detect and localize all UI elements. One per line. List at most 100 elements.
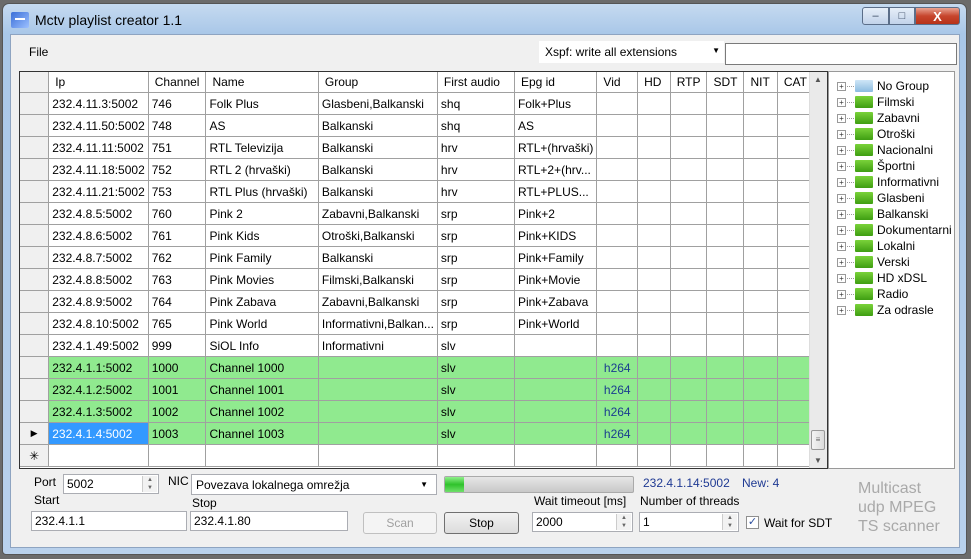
maximize-button[interactable]: □: [889, 7, 915, 25]
cell-name[interactable]: Channel 1000: [205, 356, 319, 379]
cell-empty[interactable]: [670, 356, 708, 379]
column-header-nit[interactable]: NIT: [743, 72, 778, 93]
cell-empty[interactable]: [743, 268, 778, 291]
tree-item[interactable]: + Balkanski: [837, 206, 928, 222]
row-header[interactable]: [20, 136, 50, 159]
threads-spin-buttons[interactable]: ▲ ▼: [722, 514, 737, 530]
cell-empty[interactable]: [48, 444, 149, 467]
expand-icon[interactable]: +: [837, 273, 846, 283]
cell-empty[interactable]: [637, 158, 671, 181]
column-header-vid[interactable]: Vid: [596, 72, 639, 93]
cell-channel[interactable]: 753: [148, 180, 207, 203]
cell-audio[interactable]: srp: [437, 246, 515, 269]
stop-address-input[interactable]: 232.4.1.80: [190, 511, 348, 531]
row-header[interactable]: ▶: [20, 422, 50, 445]
cell-audio[interactable]: hrv: [437, 180, 515, 203]
cell-empty[interactable]: [670, 92, 708, 115]
cell-vid[interactable]: h264: [596, 422, 639, 445]
cell-ip[interactable]: 232.4.1.49:5002: [48, 334, 149, 357]
column-header-name[interactable]: Name: [205, 72, 319, 93]
cell-epg[interactable]: RTL+PLUS...: [514, 180, 598, 203]
cell-vid[interactable]: h264: [596, 400, 639, 423]
cell-empty[interactable]: [670, 202, 708, 225]
cell-vid[interactable]: [596, 334, 639, 357]
cell-empty[interactable]: [637, 224, 671, 247]
cell-empty[interactable]: [670, 378, 708, 401]
cell-empty[interactable]: [706, 202, 745, 225]
cell-group[interactable]: Zabavni,Balkanski: [318, 290, 438, 313]
cell-group[interactable]: Glasbeni,Balkanski: [318, 92, 438, 115]
row-header[interactable]: [20, 312, 50, 335]
cell-ip[interactable]: 232.4.8.5:5002: [48, 202, 149, 225]
cell-channel[interactable]: 760: [148, 202, 207, 225]
close-button[interactable]: X: [915, 7, 960, 25]
row-header[interactable]: [20, 224, 50, 247]
cell-channel[interactable]: 761: [148, 224, 207, 247]
cell-vid[interactable]: [596, 180, 639, 203]
cell-audio[interactable]: srp: [437, 290, 515, 313]
cell-empty[interactable]: [637, 290, 671, 313]
cell-empty[interactable]: [670, 114, 708, 137]
cell-empty[interactable]: [670, 444, 708, 467]
cell-vid[interactable]: [596, 158, 639, 181]
cell-group[interactable]: Informativni,Balkan...: [318, 312, 438, 335]
port-spin-buttons[interactable]: ▲ ▼: [142, 476, 157, 492]
cell-channel[interactable]: 765: [148, 312, 207, 335]
cell-epg[interactable]: [514, 422, 598, 445]
column-header-first-audio[interactable]: First audio: [437, 72, 515, 93]
tree-item[interactable]: + Nacionalni: [837, 142, 933, 158]
cell-name[interactable]: Pink Family: [205, 246, 319, 269]
cell-empty[interactable]: [670, 290, 708, 313]
expand-icon[interactable]: +: [837, 113, 846, 123]
tree-item[interactable]: + No Group: [837, 78, 929, 94]
cell-empty[interactable]: [706, 444, 745, 467]
cell-empty[interactable]: [670, 180, 708, 203]
tree-item[interactable]: + Otroški: [837, 126, 915, 142]
cell-empty[interactable]: [743, 158, 778, 181]
expand-icon[interactable]: +: [837, 241, 846, 251]
search-input[interactable]: [725, 43, 957, 65]
cell-vid[interactable]: [596, 268, 639, 291]
expand-icon[interactable]: +: [837, 81, 846, 91]
nic-dropdown[interactable]: Povezava lokalnega omrežja ▼: [191, 474, 437, 495]
tree-item[interactable]: + Informativni: [837, 174, 939, 190]
cell-empty[interactable]: [706, 312, 745, 335]
cell-empty[interactable]: [743, 92, 778, 115]
table-row[interactable]: 232.4.11.11:5002 751 RTL Televizija Balkans…: [20, 136, 827, 159]
stop-button[interactable]: Stop: [444, 512, 519, 534]
cell-audio[interactable]: srp: [437, 224, 515, 247]
cell-empty[interactable]: [743, 378, 778, 401]
cell-empty[interactable]: [706, 158, 745, 181]
expand-icon[interactable]: +: [837, 257, 846, 267]
cell-name[interactable]: AS: [205, 114, 319, 137]
cell-empty[interactable]: [743, 444, 778, 467]
cell-empty[interactable]: [670, 246, 708, 269]
cell-empty[interactable]: [637, 312, 671, 335]
cell-vid[interactable]: [596, 202, 639, 225]
column-header-ip[interactable]: Ip: [48, 72, 149, 93]
tree-item[interactable]: + Za odrasle: [837, 302, 934, 318]
expand-icon[interactable]: +: [837, 129, 846, 139]
scan-button[interactable]: Scan: [363, 512, 437, 534]
expand-icon[interactable]: +: [837, 225, 846, 235]
cell-group[interactable]: Filmski,Balkanski: [318, 268, 438, 291]
cell-empty[interactable]: [706, 290, 745, 313]
cell-channel[interactable]: 751: [148, 136, 207, 159]
cell-empty[interactable]: [670, 136, 708, 159]
table-row[interactable]: 232.4.1.1:5002 1000 Channel 1000 slv h264: [20, 356, 827, 379]
cell-name[interactable]: RTL 2 (hrvaški): [205, 158, 319, 181]
row-header[interactable]: [20, 246, 50, 269]
cell-epg[interactable]: Folk+Plus: [514, 92, 598, 115]
cell-empty[interactable]: [637, 180, 671, 203]
cell-ip[interactable]: 232.4.8.8:5002: [48, 268, 149, 291]
cell-audio[interactable]: slv: [437, 334, 515, 357]
table-row[interactable]: 232.4.8.6:5002 761 Pink Kids Otroški,Balkan…: [20, 224, 827, 247]
tree-item[interactable]: + Filmski: [837, 94, 914, 110]
cell-group[interactable]: [318, 356, 438, 379]
cell-vid[interactable]: [596, 136, 639, 159]
table-row[interactable]: 232.4.11.3:5002 746 Folk Plus Glasbeni,Balk…: [20, 92, 827, 115]
scroll-up-icon[interactable]: ▲: [814, 75, 822, 84]
expand-icon[interactable]: +: [837, 177, 846, 187]
cell-audio[interactable]: shq: [437, 92, 515, 115]
cell-empty[interactable]: [743, 136, 778, 159]
